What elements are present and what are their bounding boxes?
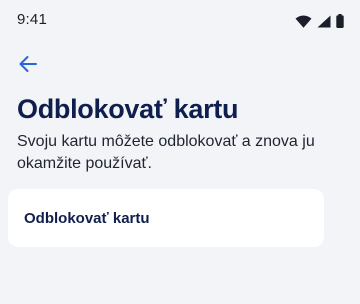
- page-subtitle: Svoju kartu môžete odblokovať a znova ju…: [17, 133, 315, 172]
- status-bar: 9:41: [0, 0, 360, 44]
- wifi-icon: [295, 15, 312, 28]
- back-button[interactable]: [14, 53, 42, 79]
- battery-icon: [336, 14, 344, 28]
- page-title: Odblokovať kartu: [17, 94, 239, 124]
- status-time: 9:41: [17, 11, 47, 28]
- unblock-card-label: Odblokovať kartu: [24, 209, 150, 227]
- arrow-left-icon: [18, 55, 38, 78]
- unblock-card-button[interactable]: Odblokovať kartu: [8, 189, 324, 247]
- status-icons: [295, 14, 344, 28]
- cellular-signal-icon: [317, 15, 331, 28]
